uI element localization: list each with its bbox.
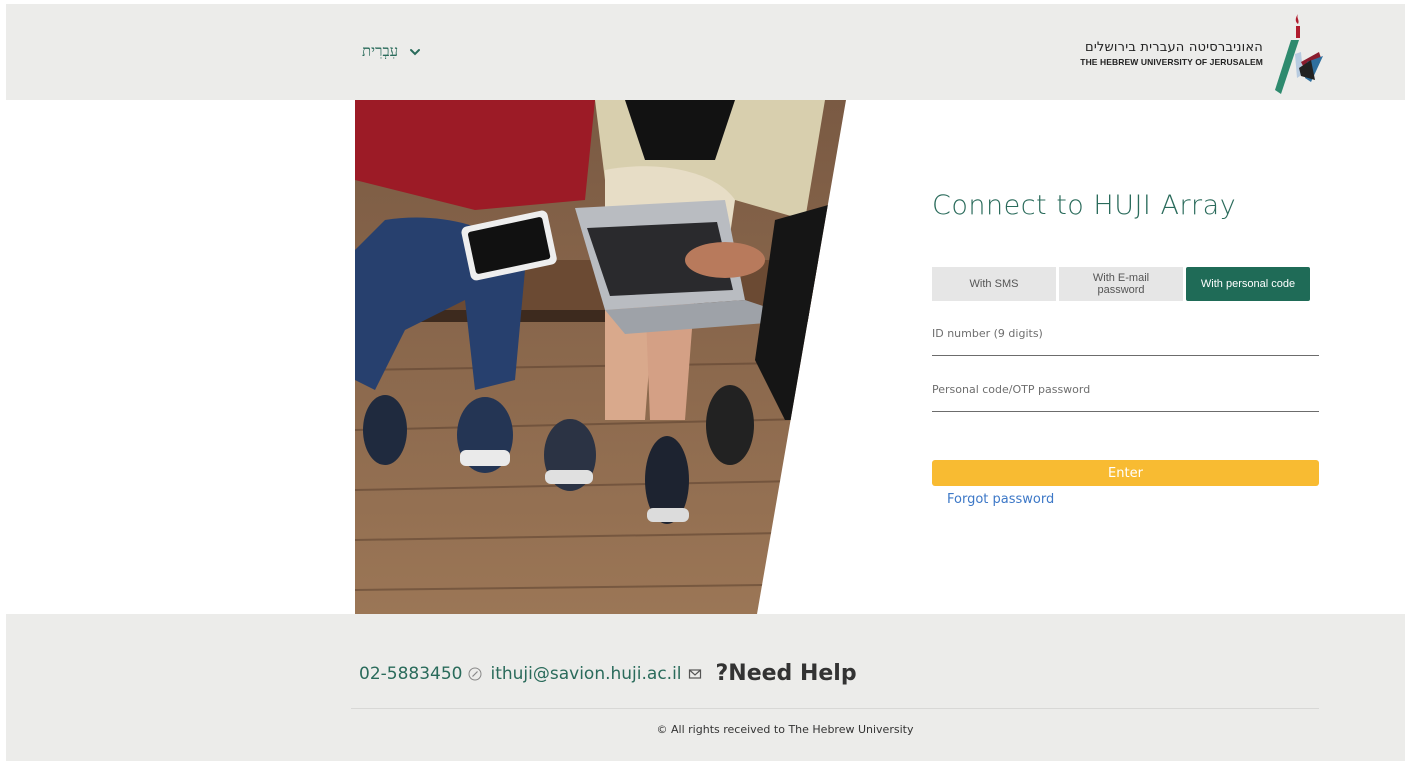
footer-divider: [351, 708, 1319, 709]
login-page: עִבְרִית האוניברסיטה העברית בירושלים THE…: [6, 4, 1405, 761]
forgot-password-link[interactable]: Forgot password: [947, 492, 1054, 507]
mail-icon: [688, 668, 701, 679]
copyright-text: © All rights received to The Hebrew Univ…: [656, 723, 914, 736]
personal-code-input[interactable]: [932, 378, 1319, 411]
id-number-input[interactable]: [932, 322, 1319, 355]
email-address: ithuji@savion.huji.ac.il: [490, 663, 682, 684]
language-label: עִבְרִית: [362, 42, 399, 60]
footer: 02-5883450 ithuji@savion.huji.ac.il ?Nee…: [6, 614, 1405, 761]
language-selector[interactable]: עִבְרִית: [362, 42, 422, 61]
email-link[interactable]: ithuji@savion.huji.ac.il: [490, 664, 701, 684]
id-number-field-wrap: [932, 322, 1319, 356]
page-title: Connect to HUJI Array: [932, 190, 1237, 221]
tab-sms[interactable]: With SMS: [932, 267, 1056, 301]
header: עִבְרִית האוניברסיטה העברית בירושלים THE…: [6, 4, 1405, 100]
tab-email-password[interactable]: With E-mail password: [1059, 267, 1183, 301]
personal-code-field-wrap: [932, 378, 1319, 412]
students-hero-image: [355, 100, 846, 614]
help-contacts: 02-5883450 ithuji@savion.huji.ac.il ?Nee…: [359, 661, 857, 686]
phone-icon: [468, 667, 482, 680]
enter-button[interactable]: Enter: [932, 460, 1319, 486]
need-help-heading: ?Need Help: [715, 661, 857, 686]
chevron-down-icon: [410, 48, 421, 55]
phone-number: 02-5883450: [359, 663, 463, 684]
logo-english-text: THE HEBREW UNIVERSITY OF JERUSALEM: [1080, 56, 1263, 67]
tab-personal-code[interactable]: With personal code: [1186, 267, 1310, 301]
university-logo[interactable]: האוניברסיטה העברית בירושלים THE HEBREW U…: [1080, 12, 1323, 94]
university-emblem-icon: [1275, 14, 1323, 94]
phone-link[interactable]: 02-5883450: [359, 664, 482, 684]
login-method-tabs: With SMS With E-mail password With perso…: [932, 267, 1310, 301]
logo-hebrew-text: האוניברסיטה העברית בירושלים: [1085, 39, 1263, 55]
